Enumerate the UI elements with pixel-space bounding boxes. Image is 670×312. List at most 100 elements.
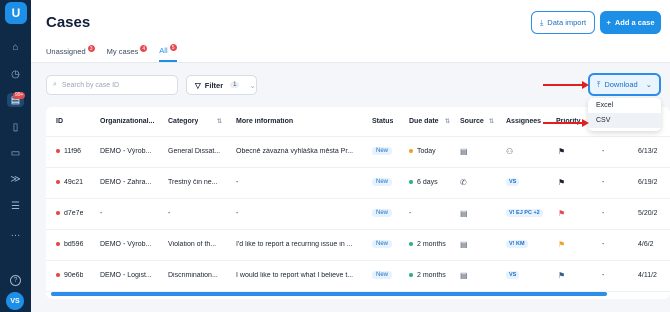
org-cell: DEMO - Výrob... bbox=[100, 148, 152, 155]
upload-icon: ⤓ bbox=[539, 17, 544, 27]
info-cell: I'd like to report a recurring issue in … bbox=[236, 241, 353, 248]
sidebar-badge: 99+ bbox=[13, 92, 26, 99]
col-assignees[interactable]: Assignees bbox=[506, 118, 541, 125]
assignee-cell[interactable]: V! EJ PC +2 bbox=[506, 209, 543, 217]
help-icon[interactable]: ? bbox=[10, 275, 21, 286]
assignee-cell[interactable]: V! KM bbox=[506, 240, 528, 248]
database-icon[interactable]: ☰ bbox=[7, 199, 24, 213]
case-id-text: bd596 bbox=[64, 241, 84, 248]
info-cell: Obecně závazná vyhláška města Pr... bbox=[236, 148, 354, 155]
due-cell: 6 days bbox=[409, 179, 438, 186]
due-dot bbox=[409, 180, 413, 185]
sort-icon[interactable]: ⇅ bbox=[214, 118, 222, 125]
case-id-text: 49c21 bbox=[64, 179, 84, 186]
status-text: New bbox=[372, 271, 393, 279]
sort-icon[interactable]: ⇅ bbox=[486, 118, 494, 125]
flag-icon[interactable]: ⚑ bbox=[558, 240, 565, 249]
created-cell: 6/19/2 bbox=[638, 179, 658, 186]
sort-icon[interactable]: ⇅ bbox=[442, 118, 450, 125]
form-icon: ▤ bbox=[460, 209, 468, 218]
unread-dot bbox=[56, 180, 60, 185]
annotation-arrow bbox=[543, 119, 589, 127]
clipboard-icon[interactable]: ▯ bbox=[7, 120, 24, 134]
tabs: Unassigned 3 My cases 4 All 5 bbox=[46, 44, 177, 62]
col-status[interactable]: Status bbox=[372, 118, 393, 125]
more-icon[interactable]: … bbox=[7, 226, 24, 240]
status-badge: New bbox=[372, 178, 393, 186]
category-cell: Discrimination... bbox=[168, 272, 218, 279]
assignee-avatar: V! KM bbox=[506, 240, 528, 248]
horizontal-scrollbar[interactable] bbox=[51, 292, 607, 296]
due-cell: - bbox=[409, 210, 411, 217]
flag-icon[interactable]: ⚑ bbox=[558, 271, 565, 280]
status-text: New bbox=[372, 178, 393, 186]
category-cell: Violation of th... bbox=[168, 241, 217, 248]
subcategory-cell: - bbox=[602, 272, 605, 279]
home-icon[interactable]: ⌂ bbox=[7, 40, 24, 54]
col-due[interactable]: Due date bbox=[409, 118, 439, 125]
tab-my-cases[interactable]: My cases 4 bbox=[107, 45, 148, 62]
case-id[interactable]: 49c21 bbox=[56, 179, 83, 186]
col-info[interactable]: More information bbox=[236, 118, 293, 125]
col-category[interactable]: Category bbox=[168, 118, 198, 125]
category-cell: Trestný čin ne... bbox=[168, 179, 218, 186]
filter-button[interactable]: ▽ Filter 1 ⌄ bbox=[186, 75, 257, 95]
info-cell: - bbox=[236, 210, 239, 217]
tab-label: All bbox=[159, 46, 168, 55]
menu-item-csv[interactable]: CSV bbox=[588, 113, 661, 128]
tab-unassigned[interactable]: Unassigned 3 bbox=[46, 45, 95, 62]
menu-item-excel[interactable]: Excel bbox=[588, 98, 661, 113]
download-label: Download bbox=[604, 80, 638, 89]
main-content: Cases ⤓ Data import + Add a case Unassig… bbox=[31, 0, 670, 312]
due-dot bbox=[409, 149, 413, 154]
assignee-cell[interactable]: VS bbox=[506, 271, 520, 279]
search-icon: ⌕ bbox=[53, 81, 57, 88]
chevron-down-icon: ⌄ bbox=[249, 80, 256, 90]
chevron-down-icon: ⌄ bbox=[645, 80, 652, 89]
tab-all[interactable]: All 5 bbox=[159, 44, 177, 62]
flag-icon[interactable]: ⚑ bbox=[558, 178, 565, 187]
case-id[interactable]: 11f96 bbox=[56, 148, 81, 155]
status-text: New bbox=[372, 147, 393, 155]
tab-label: Unassigned bbox=[46, 47, 86, 56]
cases-table: ID Organizational... Category ⇅ More inf… bbox=[46, 107, 670, 299]
col-org[interactable]: Organizational... bbox=[100, 118, 154, 125]
due-text: 6 days bbox=[417, 179, 438, 186]
avatar[interactable]: VS bbox=[6, 292, 24, 310]
form-icon: ▤ bbox=[460, 271, 468, 280]
table-row[interactable]: 11f96 DEMO - Výrob... General Dissat... Obe… bbox=[46, 137, 670, 168]
forward-icon[interactable]: ≫ bbox=[7, 172, 24, 186]
clock-icon[interactable]: ◷ bbox=[7, 67, 24, 81]
assignee-cell[interactable]: ⚇ bbox=[506, 147, 513, 156]
unread-dot bbox=[56, 242, 60, 247]
table-row[interactable]: d7e7e - - - New - ▤ V! EJ PC +2 ⚑ - 5/20/2 bbox=[46, 199, 670, 230]
table-row[interactable]: 90e6b DEMO - Logist... Discrimination... I … bbox=[46, 261, 670, 292]
due-dot bbox=[409, 273, 413, 278]
category-cell: General Dissat... bbox=[168, 148, 221, 155]
add-case-button[interactable]: + Add a case bbox=[600, 11, 661, 34]
person-icon: ⚇ bbox=[506, 147, 514, 156]
assignee-cell[interactable]: VS bbox=[506, 178, 520, 186]
status-badge: New bbox=[372, 209, 393, 217]
flag-icon[interactable]: ⚑ bbox=[558, 209, 565, 218]
col-source[interactable]: Source bbox=[460, 118, 484, 125]
folder-icon[interactable]: ▭ bbox=[7, 146, 24, 160]
app-logo[interactable]: U bbox=[5, 2, 27, 24]
flag-icon[interactable]: ⚑ bbox=[558, 147, 565, 156]
data-import-label: Data import bbox=[547, 18, 587, 27]
case-id[interactable]: bd596 bbox=[56, 241, 83, 248]
download-button[interactable]: ⤒ Download ⌄ bbox=[588, 73, 661, 96]
table-row[interactable]: bd596 DEMO - Výrob... Violation of th... I'… bbox=[46, 230, 670, 261]
case-id-text: 11f96 bbox=[64, 148, 81, 155]
search-input[interactable]: ⌕ Search by case ID bbox=[46, 75, 178, 95]
created-cell: 5/20/2 bbox=[638, 210, 658, 217]
table-row[interactable]: 49c21 DEMO - Zahra... Trestný čin ne... - Ne… bbox=[46, 168, 670, 199]
case-id[interactable]: d7e7e bbox=[56, 210, 83, 217]
col-id[interactable]: ID bbox=[56, 118, 63, 125]
data-import-button[interactable]: ⤓ Data import bbox=[531, 11, 595, 34]
case-id[interactable]: 90e6b bbox=[56, 272, 83, 279]
org-cell: DEMO - Zahra... bbox=[100, 179, 152, 186]
page-title: Cases bbox=[46, 14, 91, 31]
sidebar: U ⌂ ◷ ▤ 99+ ▯ ▭ ≫ ☰ … ? VS bbox=[0, 0, 31, 312]
form-icon: ▤ bbox=[460, 240, 468, 249]
